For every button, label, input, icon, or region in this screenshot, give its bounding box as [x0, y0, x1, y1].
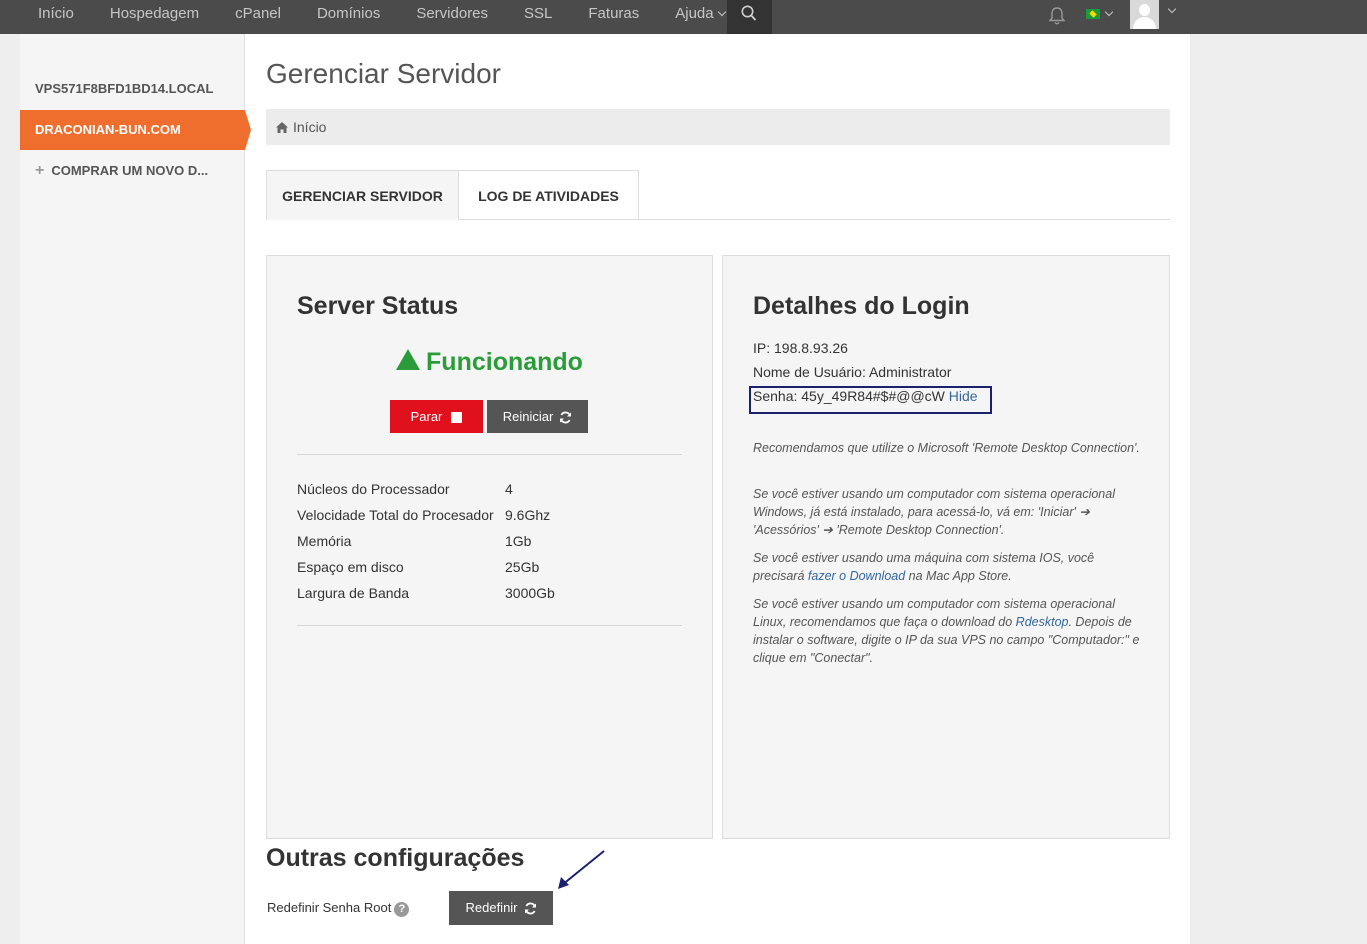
annotation-arrow	[558, 850, 605, 889]
nav-dominios[interactable]: Domínios	[299, 0, 398, 34]
sidebar-item-buy-new[interactable]: + COMPRAR UM NOVO D...	[20, 151, 245, 191]
avatar-body	[1133, 17, 1156, 29]
chevron-down-icon[interactable]	[1167, 4, 1177, 14]
rdesktop-link[interactable]: Rdesktop	[1016, 615, 1069, 629]
spec-key: Memória	[297, 533, 352, 549]
notifications-button[interactable]	[1048, 6, 1066, 30]
restart-button[interactable]: Reiniciar	[487, 400, 588, 433]
up-triangle-icon	[396, 349, 421, 370]
download-link[interactable]: fazer o Download	[808, 569, 905, 583]
user-avatar-icon[interactable]	[1130, 0, 1159, 29]
top-navbar: Início Hospedagem cPanel Domínios Servid…	[0, 0, 1367, 34]
status-indicator: Funcionando	[267, 348, 712, 377]
stop-button[interactable]: Parar	[390, 400, 483, 433]
reset-root-password-label: Redefinir Senha Root?	[267, 900, 410, 917]
server-status-title: Server Status	[297, 292, 459, 320]
search-icon	[741, 5, 757, 21]
main-nav: Início Hospedagem cPanel Domínios Servid…	[20, 0, 743, 34]
spec-key: Núcleos do Processador	[297, 481, 450, 497]
stop-icon	[451, 412, 463, 423]
content-frame: VPS571F8BFD1BD14.LOCAL DRACONIAN-BUN.COM…	[20, 34, 1190, 944]
bell-icon	[1048, 7, 1066, 25]
tab-bar: GERENCIAR SERVIDOR LOG DE ATIVIDADES	[266, 170, 1170, 220]
home-icon	[276, 122, 288, 133]
spec-row: Velocidade Total do Procesador 9.6Ghz	[297, 502, 605, 528]
brazil-flag-icon[interactable]	[1086, 9, 1100, 19]
tab-activity-log[interactable]: LOG DE ATIVIDADES	[458, 170, 639, 220]
server-status-panel: Server Status Funcionando Parar Reinicia…	[266, 255, 713, 839]
sidebar: VPS571F8BFD1BD14.LOCAL DRACONIAN-BUN.COM…	[20, 34, 251, 944]
breadcrumb: Início	[266, 109, 1170, 145]
note-ios: Se você estiver usando uma máquina com s…	[753, 549, 1143, 585]
spec-value: 4	[505, 481, 513, 497]
chevron-down-icon[interactable]	[1104, 7, 1114, 17]
login-details-panel: Detalhes do Login IP: 198.8.93.26 Nome d…	[722, 255, 1170, 839]
nav-servidores[interactable]: Servidores	[398, 0, 506, 34]
nav-ajuda-label: Ajuda	[675, 5, 714, 22]
sidebar-item-draconian-bun[interactable]: DRACONIAN-BUN.COM	[20, 110, 251, 150]
nav-cpanel[interactable]: cPanel	[217, 0, 299, 34]
spec-value: 1Gb	[505, 533, 532, 549]
nav-ssl[interactable]: SSL	[506, 0, 570, 34]
divider	[297, 625, 682, 626]
plus-icon: +	[35, 162, 45, 179]
refresh-icon	[560, 411, 572, 424]
refresh-icon	[524, 902, 536, 915]
reset-password-button[interactable]: Redefinir	[449, 891, 553, 925]
note-windows: Se você estiver usando um computador com…	[753, 487, 1115, 537]
nav-faturas[interactable]: Faturas	[570, 0, 657, 34]
question-circle-icon[interactable]: ?	[394, 902, 410, 917]
spec-key: Espaço em disco	[297, 559, 404, 575]
reset-button-label: Redefinir	[465, 900, 518, 915]
chevron-down-icon	[717, 7, 726, 17]
password-highlight-box	[749, 386, 992, 414]
nav-inicio[interactable]: Início	[20, 0, 92, 34]
note-ios-text: na Mac App Store.	[905, 569, 1012, 583]
login-username: Nome de Usuário: Administrator	[753, 364, 952, 380]
tab-manage-server[interactable]: GERENCIAR SERVIDOR	[266, 170, 459, 220]
spec-row: Espaço em disco 25Gb	[297, 554, 605, 580]
avatar-head	[1139, 4, 1150, 16]
spec-value: 3000Gb	[505, 585, 555, 601]
status-text: Funcionando	[426, 348, 583, 376]
restart-button-label: Reiniciar	[502, 409, 554, 424]
divider	[297, 454, 682, 455]
stop-button-label: Parar	[410, 409, 443, 424]
breadcrumb-home[interactable]: Início	[293, 119, 326, 135]
search-button[interactable]	[727, 0, 772, 34]
note-linux: Se você estiver usando um computador com…	[753, 595, 1143, 667]
page-title: Gerenciar Servidor	[266, 58, 501, 89]
spec-row: Memória 1Gb	[297, 528, 605, 554]
spec-table: Núcleos do Processador 4 Velocidade Total…	[297, 476, 605, 606]
other-settings-title: Outras configurações	[266, 844, 525, 872]
note-recommend: Recomendamos que utilize o Microsoft 'Re…	[753, 441, 1140, 455]
nav-hospedagem[interactable]: Hospedagem	[92, 0, 217, 34]
reset-label-text: Redefinir Senha Root	[267, 900, 392, 915]
login-ip: IP: 198.8.93.26	[753, 340, 848, 356]
spec-row: Largura de Banda 3000Gb	[297, 580, 605, 606]
sidebar-item-label: COMPRAR UM NOVO D...	[51, 163, 209, 178]
spec-key: Velocidade Total do Procesador	[297, 507, 494, 523]
login-details-title: Detalhes do Login	[753, 292, 970, 320]
spec-key: Largura de Banda	[297, 585, 410, 601]
spec-value: 9.6Ghz	[505, 507, 551, 523]
spec-row: Núcleos do Processador 4	[297, 476, 605, 502]
spec-value: 25Gb	[505, 559, 540, 575]
sidebar-item-vps[interactable]: VPS571F8BFD1BD14.LOCAL	[20, 69, 245, 109]
